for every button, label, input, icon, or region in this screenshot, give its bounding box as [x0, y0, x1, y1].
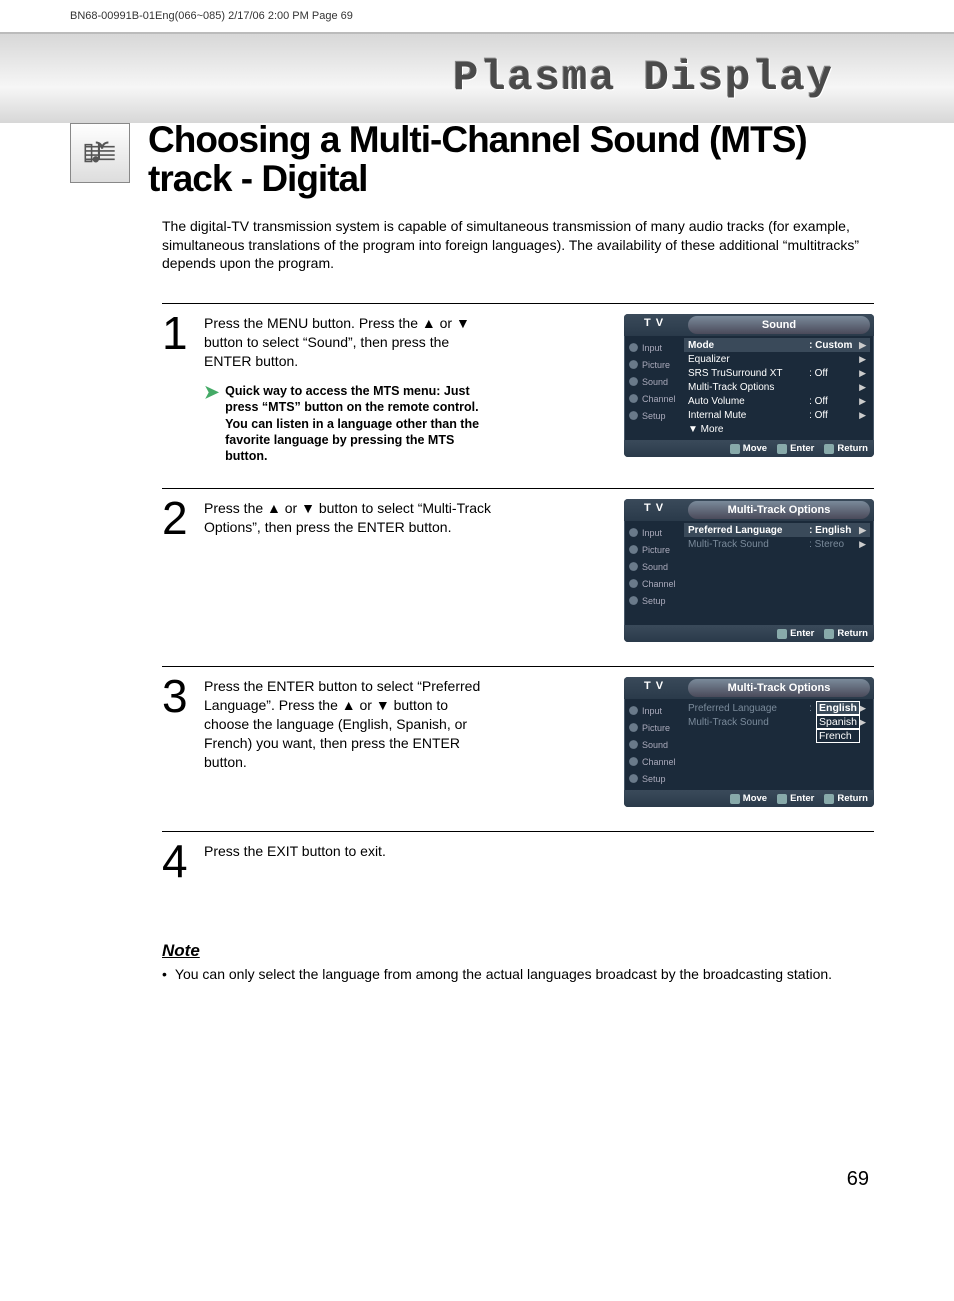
move-icon: [730, 794, 740, 804]
osd-footer: Move Enter Return: [624, 440, 874, 457]
step-number: 2: [162, 499, 192, 642]
osd-row: Auto Volume: Off▶: [684, 394, 870, 408]
step-number: 4: [162, 842, 192, 881]
language-popup: EnglishSpanishFrench: [816, 701, 868, 743]
osd-side-channel: Channel: [624, 390, 684, 407]
osd-side-sound: Sound: [624, 373, 684, 390]
intro-paragraph: The digital-TV transmission system is ca…: [162, 217, 874, 274]
move-label: Move: [743, 793, 767, 804]
popup-option: French: [816, 729, 860, 743]
osd-side-setup: Setup: [624, 770, 684, 787]
page-number: 69: [847, 1168, 869, 1191]
move-label: Move: [743, 443, 767, 454]
return-label: Return: [837, 443, 868, 454]
osd-menu-mto: T V Multi-Track Options InputPictureSoun…: [624, 499, 874, 642]
osd-row: ▼ More: [684, 422, 870, 436]
step-text: Press the MENU button. Press the ▲ or ▼ …: [204, 314, 494, 371]
osd-list: Mode: Custom▶Equalizer▶SRS TruSurround X…: [684, 336, 874, 440]
osd-footer: Move Enter Return: [624, 790, 874, 807]
osd-list: Preferred Language:▶Multi-Track Sound▶En…: [684, 699, 874, 790]
osd-tv-label: T V: [624, 499, 684, 521]
banner: Plasma Display: [0, 33, 954, 123]
osd-side-input: Input: [624, 524, 684, 541]
step-number: 3: [162, 677, 192, 807]
osd-side-picture: Picture: [624, 541, 684, 558]
return-icon: [824, 444, 834, 454]
osd-row: Internal Mute: Off▶: [684, 408, 870, 422]
step-2: 2 Press the ▲ or ▼ button to select “Mul…: [162, 488, 874, 642]
osd-row: SRS TruSurround XT: Off▶: [684, 366, 870, 380]
osd-side-input: Input: [624, 702, 684, 719]
osd-menu-lang: T V Multi-Track Options InputPictureSoun…: [624, 677, 874, 807]
osd-side-channel: Channel: [624, 753, 684, 770]
pdf-header: BN68-00991B-01Eng(066~085) 2/17/06 2:00 …: [0, 0, 954, 33]
popup-option: English: [816, 701, 860, 715]
osd-side-picture: Picture: [624, 356, 684, 373]
osd-side-input: Input: [624, 339, 684, 356]
osd-tab-title: Multi-Track Options: [688, 679, 870, 697]
osd-tv-label: T V: [624, 314, 684, 336]
osd-row: Mode: Custom▶: [684, 338, 870, 352]
music-note-icon: [70, 123, 130, 183]
osd-side-sound: Sound: [624, 736, 684, 753]
osd-side-setup: Setup: [624, 407, 684, 424]
step-number: 1: [162, 314, 192, 464]
enter-label: Enter: [790, 443, 814, 454]
osd-list: Preferred Language: English▶Multi-Track …: [684, 521, 874, 625]
return-icon: [824, 629, 834, 639]
step-text: Press the ENTER button to select “Prefer…: [204, 677, 494, 807]
osd-row: Equalizer▶: [684, 352, 870, 366]
bullet: •: [162, 965, 167, 985]
page-title: Choosing a Multi-Channel Sound (MTS) tra…: [148, 121, 874, 199]
osd-side-setup: Setup: [624, 592, 684, 609]
enter-label: Enter: [790, 628, 814, 639]
move-icon: [730, 444, 740, 454]
osd-side-channel: Channel: [624, 575, 684, 592]
osd-menu-sound: T V Sound InputPictureSoundChannelSetup …: [624, 314, 874, 457]
tip: ➤ Quick way to access the MTS menu: Just…: [204, 383, 494, 464]
popup-option: Spanish: [816, 715, 860, 729]
return-label: Return: [837, 628, 868, 639]
osd-tv-label: T V: [624, 677, 684, 699]
osd-side-sound: Sound: [624, 558, 684, 575]
step-text: Press the ▲ or ▼ button to select “Multi…: [204, 499, 494, 642]
note-text: You can only select the language from am…: [175, 965, 832, 985]
osd-sidebar: InputPictureSoundChannelSetup: [624, 336, 684, 440]
banner-title: Plasma Display: [453, 54, 834, 102]
osd-sidebar: InputPictureSoundChannelSetup: [624, 699, 684, 790]
return-icon: [824, 794, 834, 804]
note-label: Note: [162, 941, 874, 961]
return-label: Return: [837, 793, 868, 804]
osd-side-picture: Picture: [624, 719, 684, 736]
osd-sidebar: InputPictureSoundChannelSetup: [624, 521, 684, 625]
osd-row: Multi-Track Sound: Stereo▶: [684, 537, 870, 551]
enter-label: Enter: [790, 793, 814, 804]
osd-row: Preferred Language: English▶: [684, 523, 870, 537]
step-1: 1 Press the MENU button. Press the ▲ or …: [162, 303, 874, 464]
enter-icon: [777, 629, 787, 639]
tip-text: Quick way to access the MTS menu: Just p…: [225, 383, 494, 464]
osd-row: Multi-Track Options▶: [684, 380, 870, 394]
osd-footer: Enter Return: [624, 625, 874, 642]
enter-icon: [777, 794, 787, 804]
osd-tab-title: Sound: [688, 316, 870, 334]
enter-icon: [777, 444, 787, 454]
step-3: 3 Press the ENTER button to select “Pref…: [162, 666, 874, 807]
tip-arrow-icon: ➤: [204, 383, 219, 464]
step-4: 4 Press the EXIT button to exit.: [162, 831, 874, 881]
osd-tab-title: Multi-Track Options: [688, 501, 870, 519]
note-section: Note • You can only select the language …: [162, 941, 874, 985]
step-text: Press the EXIT button to exit.: [204, 842, 494, 881]
